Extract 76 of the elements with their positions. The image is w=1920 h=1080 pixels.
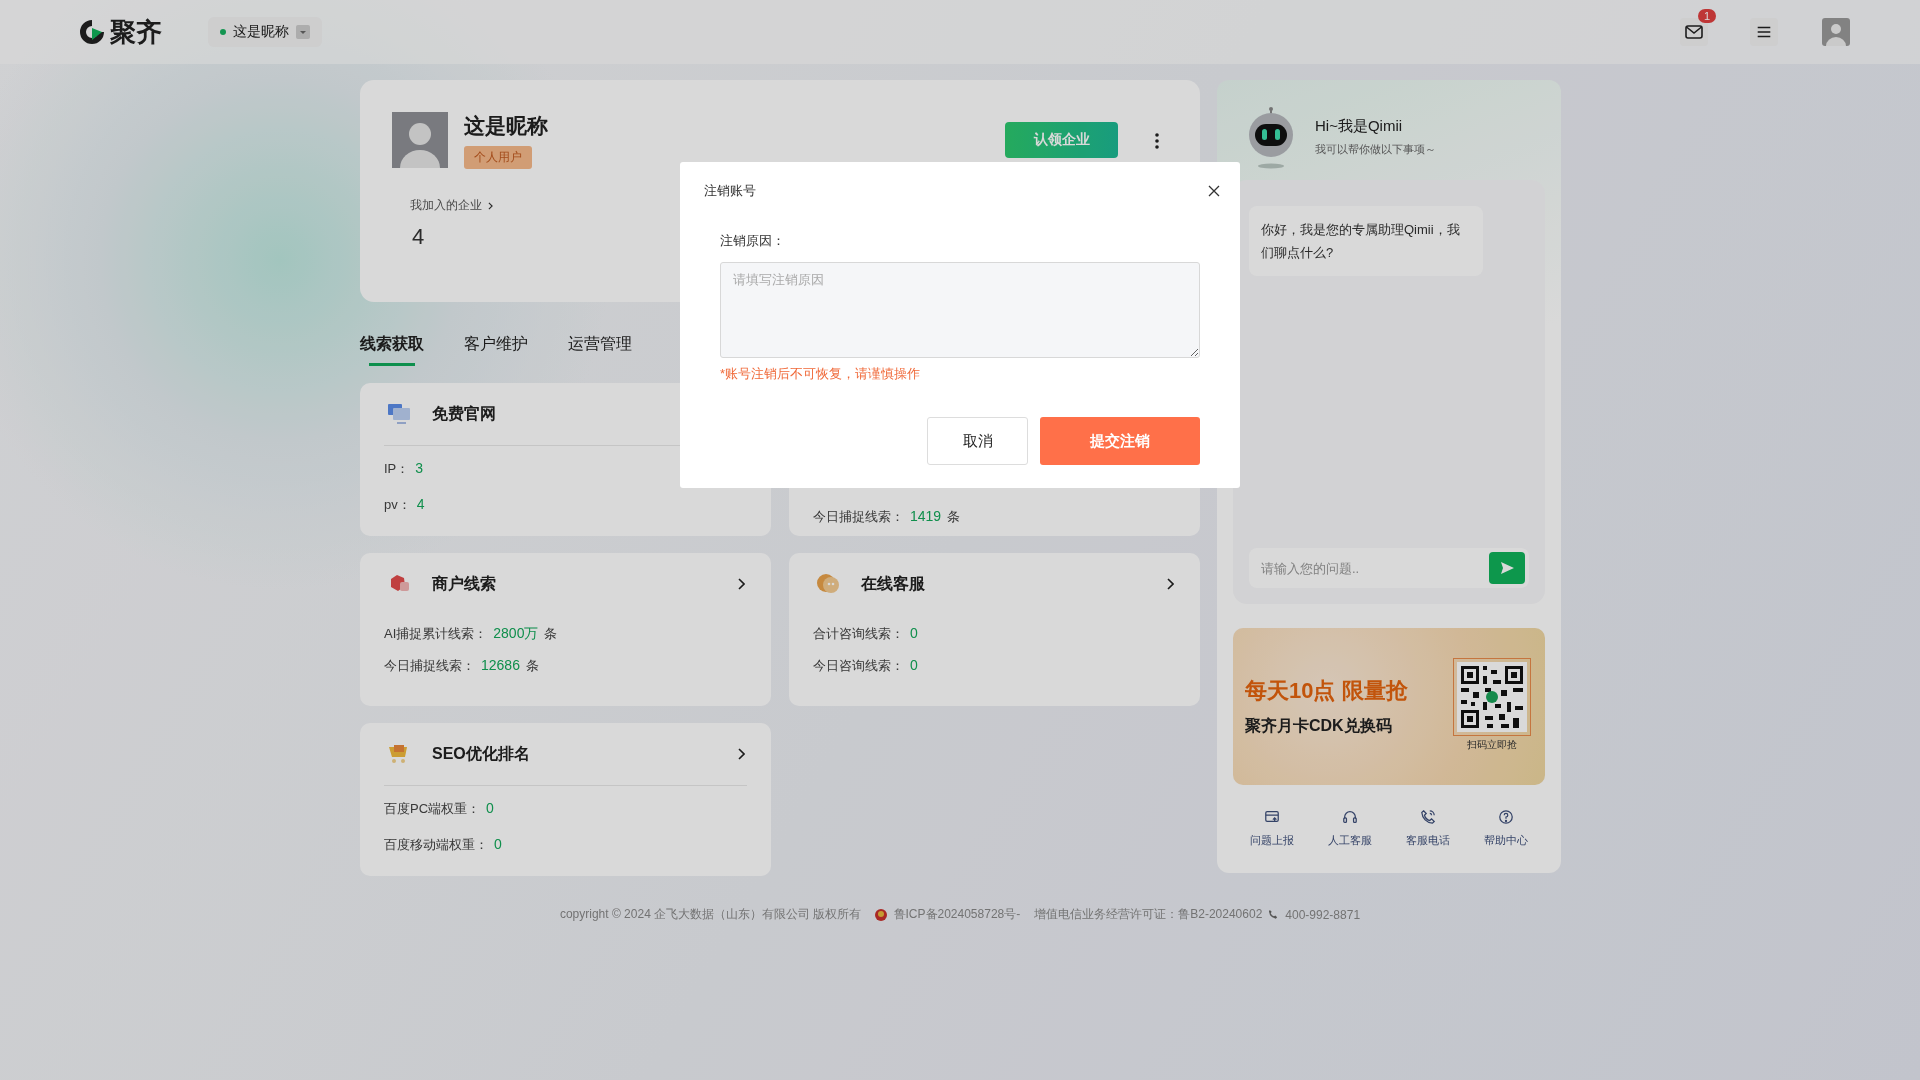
send-icon — [1499, 560, 1515, 576]
stat-value: 2800万 — [493, 625, 539, 643]
send-button[interactable] — [1489, 552, 1525, 584]
stat-label: 今日捕捉线索： — [384, 657, 475, 675]
mail-button[interactable] — [1680, 18, 1708, 46]
logo-icon — [78, 18, 106, 46]
shortcut-button[interactable]: 问题上报 — [1246, 805, 1298, 852]
avatar-icon — [392, 112, 448, 168]
warning-text: *账号注销后不可恢复，请谨慎操作 — [720, 365, 922, 383]
stat-value: 1419 — [910, 508, 942, 524]
caret-icon — [296, 25, 310, 39]
dialog-title: 注销账号 — [704, 182, 756, 200]
stat-label: 百度PC端权重： — [384, 800, 481, 818]
stat-label: 合计咨询线索： — [813, 625, 904, 643]
stat-label: 今日捕捉线索： — [813, 508, 904, 526]
shortcut-button[interactable]: 人工客服 — [1324, 805, 1376, 852]
card-title: 免费官网 — [432, 403, 496, 424]
joined-companies-link[interactable]: 我加入的企业 — [410, 197, 482, 214]
chevron-right-icon[interactable] — [737, 578, 745, 590]
assistant-subtitle: 我可以帮你做以下事项～ — [1315, 142, 1436, 157]
logo-text: 聚齐 — [110, 15, 162, 49]
shortcut-button[interactable]: 帮助中心 — [1480, 805, 1532, 852]
card-upload-icon — [1264, 809, 1280, 825]
stat-unit: 条 — [525, 657, 539, 675]
chevron-right-icon[interactable] — [737, 748, 745, 760]
phone-number: 400-992-8871 — [1285, 907, 1361, 922]
license-text: 增值电信业务经营许可证：鲁B2-20240602 — [1034, 906, 1263, 923]
emblem-icon — [873, 907, 888, 922]
phone-icon — [1420, 809, 1436, 825]
tab[interactable]: 客户维护 — [464, 325, 528, 366]
stat-value: 0 — [494, 836, 502, 852]
stat-label: 百度移动端权重： — [384, 836, 488, 854]
stat-value: 4 — [416, 496, 425, 512]
stat-label: 今日咨询线索： — [813, 657, 904, 675]
menu-button[interactable] — [1750, 18, 1778, 46]
stat-unit: 条 — [947, 508, 961, 526]
promo-banner[interactable]: 每天10点 限量抢 聚齐月卡CDK兑换码 扫码立即抢 — [1233, 628, 1545, 785]
stat-value: 0 — [486, 800, 494, 816]
account-switcher[interactable]: 这是昵称 — [208, 17, 322, 47]
promo-headline: 每天10点 限量抢 — [1245, 677, 1409, 705]
chat-message: 你好，我是您的专属助理Qimii，我们聊点什么? — [1249, 206, 1483, 276]
phone-icon — [1268, 909, 1280, 920]
assistant-title: Hi~我是Qimii — [1315, 117, 1404, 136]
more-icon[interactable] — [1154, 132, 1160, 150]
user-type-tag: 个人用户 — [464, 146, 532, 169]
copyright-text: copyright © 2024 企飞大数据（山东）有限公司 版权所有 — [559, 906, 862, 923]
tab[interactable]: 线索获取 — [360, 325, 424, 366]
stat-value: 0 — [910, 625, 918, 641]
reason-input[interactable]: 请填写注销原因 — [720, 262, 1200, 358]
card-title: 在线客服 — [861, 573, 925, 594]
stat-unit: 条 — [544, 625, 558, 643]
question-input[interactable]: 请输入您的问题.. — [1249, 548, 1529, 588]
stat-label: pv： — [384, 496, 411, 514]
joined-count: 4 — [412, 224, 425, 250]
tab[interactable]: 运营管理 — [568, 325, 632, 366]
stat-value: 0 — [910, 657, 918, 673]
mail-icon — [1684, 22, 1704, 42]
help-icon — [1498, 809, 1514, 825]
shortcut-button[interactable]: 客服电话 — [1402, 805, 1454, 852]
stat-label: IP： — [384, 460, 410, 478]
stat-value: 3 — [415, 460, 424, 476]
qr-caption: 扫码立即抢 — [1467, 737, 1517, 752]
unread-badge: 1 — [1698, 9, 1717, 23]
close-icon[interactable] — [1208, 185, 1220, 197]
monitor-icon — [386, 401, 412, 427]
cancel-button[interactable]: 取消 — [927, 417, 1028, 465]
chevron-right-icon[interactable] — [1166, 578, 1174, 590]
chevron-right-icon[interactable] — [488, 201, 493, 210]
field-label: 注销原因： — [720, 232, 786, 250]
user-name: 这是昵称 — [464, 113, 548, 139]
headset-icon — [1342, 809, 1358, 825]
card-title: 商户线索 — [432, 573, 496, 594]
stat-value: 12686 — [481, 657, 520, 673]
stat-label: AI捕捉累计线索： — [384, 625, 488, 643]
promo-subline: 聚齐月卡CDK兑换码 — [1245, 716, 1393, 736]
card-title: SEO优化排名 — [432, 743, 530, 764]
